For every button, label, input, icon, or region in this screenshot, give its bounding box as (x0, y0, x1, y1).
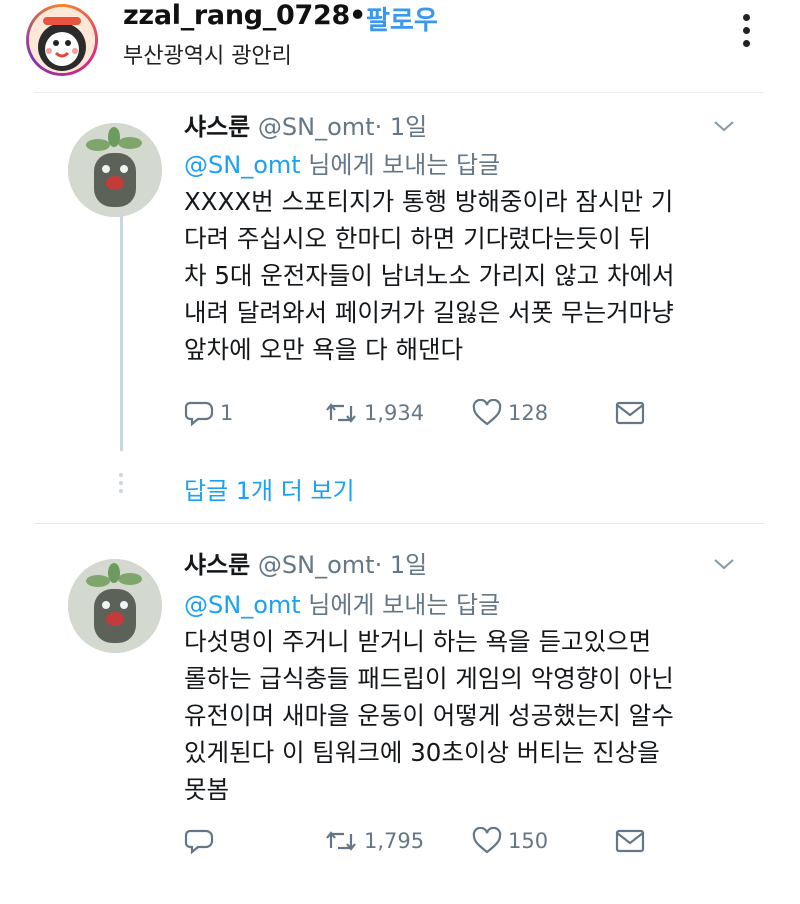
tweet-screenshot: 샤스룬 @SN_omt· 1일 @SN_omt 님에게 보내는 답글 XXXX번… (34, 92, 764, 904)
user-handle[interactable]: @SN_omt (258, 113, 375, 141)
username[interactable]: zzal_rang_0728 (123, 0, 350, 31)
retweet-count: 1,795 (364, 829, 425, 853)
tweet-line: 있게된다 이 팀워크에 30초이상 버티는 진상을 (184, 738, 660, 767)
chevron-down-icon[interactable] (712, 119, 736, 133)
reply-mention-link[interactable]: @SN_omt (184, 591, 301, 619)
tweet-actions: 1 1,934 128 (184, 397, 744, 429)
retweet-count: 1,934 (364, 401, 425, 425)
show-more-replies-link[interactable]: 답글 1개 더 보기 (184, 471, 355, 506)
tweet-avatar (68, 123, 162, 217)
reply-context: @SN_omt 님에게 보내는 답글 (184, 145, 500, 180)
dm-button[interactable] (614, 825, 646, 857)
reply-context-text: 님에게 보내는 답글 (300, 591, 501, 619)
thread-dots (118, 473, 124, 499)
chevron-down-icon[interactable] (712, 557, 736, 571)
like-count: 150 (508, 829, 549, 853)
tweet-line: 못봄 (184, 775, 230, 804)
tweet-line: 롤하는 급식충들 패드립이 게임의 악영향이 아닌 (184, 664, 674, 693)
tweet-line: XXXX번 스포티지가 통행 방해중이라 잠시만 기 (184, 187, 674, 216)
mandrake-avatar-icon (68, 559, 162, 653)
reply-button[interactable]: 1 (184, 397, 233, 429)
tweet-actions: 1,795 150 (184, 825, 744, 857)
tweet-header: 샤스룬 @SN_omt· 1일 (184, 545, 427, 580)
reply-button[interactable] (184, 825, 220, 857)
retweet-icon (326, 831, 356, 851)
reply-mention-link[interactable]: @SN_omt (184, 151, 301, 179)
tweet-line: 앞차에 오만 욕을 다 해댄다 (184, 335, 464, 364)
profile-avatar[interactable] (26, 4, 98, 76)
envelope-icon (615, 829, 645, 853)
envelope-icon (615, 401, 645, 425)
tweet-line: 내려 달려와서 페이커가 길잃은 서폿 무는거마냥 (184, 298, 674, 327)
tweet-line: 다려 주십시오 한마디 하면 기다렸다는듯이 뒤 (184, 224, 652, 253)
tweet-line: 다섯명이 주거니 받거니 하는 욕을 듣고있으면 (184, 627, 652, 656)
tweet-text: XXXX번 스포티지가 통행 방해중이라 잠시만 기 다려 주십시오 한마디 하… (184, 183, 744, 368)
tweet-time: · 1일 (374, 113, 428, 141)
mandrake-avatar-icon (68, 123, 162, 217)
follow-button[interactable]: 팔로우 (366, 0, 438, 37)
heart-icon (472, 399, 502, 426)
tweet-header: 샤스룬 @SN_omt· 1일 (184, 107, 427, 142)
location-label[interactable]: 부산광역시 광안리 (123, 38, 292, 70)
more-vertical-icon[interactable] (736, 14, 756, 54)
tweet-time: · 1일 (374, 551, 428, 579)
tweet-line: 차 5대 운전자들이 남녀노소 가리지 않고 차에서 (184, 261, 675, 290)
tweet-text: 다섯명이 주거니 받거니 하는 욕을 듣고있으면 롤하는 급식충들 패드립이 게… (184, 623, 744, 808)
like-button[interactable]: 128 (472, 397, 548, 429)
tweet-line: 유전이며 새마을 운동이 어떻게 성공했는지 알수 (184, 701, 674, 730)
dm-button[interactable] (614, 397, 646, 429)
like-count: 128 (508, 401, 549, 425)
reply-count: 1 (220, 401, 234, 425)
post-header: zzal_rang_0728 • 팔로우 부산광역시 광안리 (0, 0, 800, 84)
reply-context-text: 님에게 보내는 답글 (300, 151, 501, 179)
display-name[interactable]: 샤스룬 (184, 551, 250, 579)
avatar-image (29, 7, 95, 73)
penguin-mascot-icon (29, 7, 95, 73)
like-button[interactable]: 150 (472, 825, 548, 857)
separator-dot: • (349, 0, 367, 31)
reply-icon (184, 829, 214, 855)
user-handle[interactable]: @SN_omt (258, 551, 375, 579)
retweet-button[interactable]: 1,795 (324, 825, 424, 857)
tweet-avatar (68, 559, 162, 653)
thread-connector (120, 213, 123, 451)
heart-icon (472, 827, 502, 854)
reply-context: @SN_omt 님에게 보내는 답글 (184, 585, 500, 620)
tweet-divider (34, 523, 764, 524)
display-name[interactable]: 샤스룬 (184, 113, 250, 141)
retweet-button[interactable]: 1,934 (324, 397, 424, 429)
reply-icon (184, 401, 214, 427)
retweet-icon (326, 403, 356, 423)
